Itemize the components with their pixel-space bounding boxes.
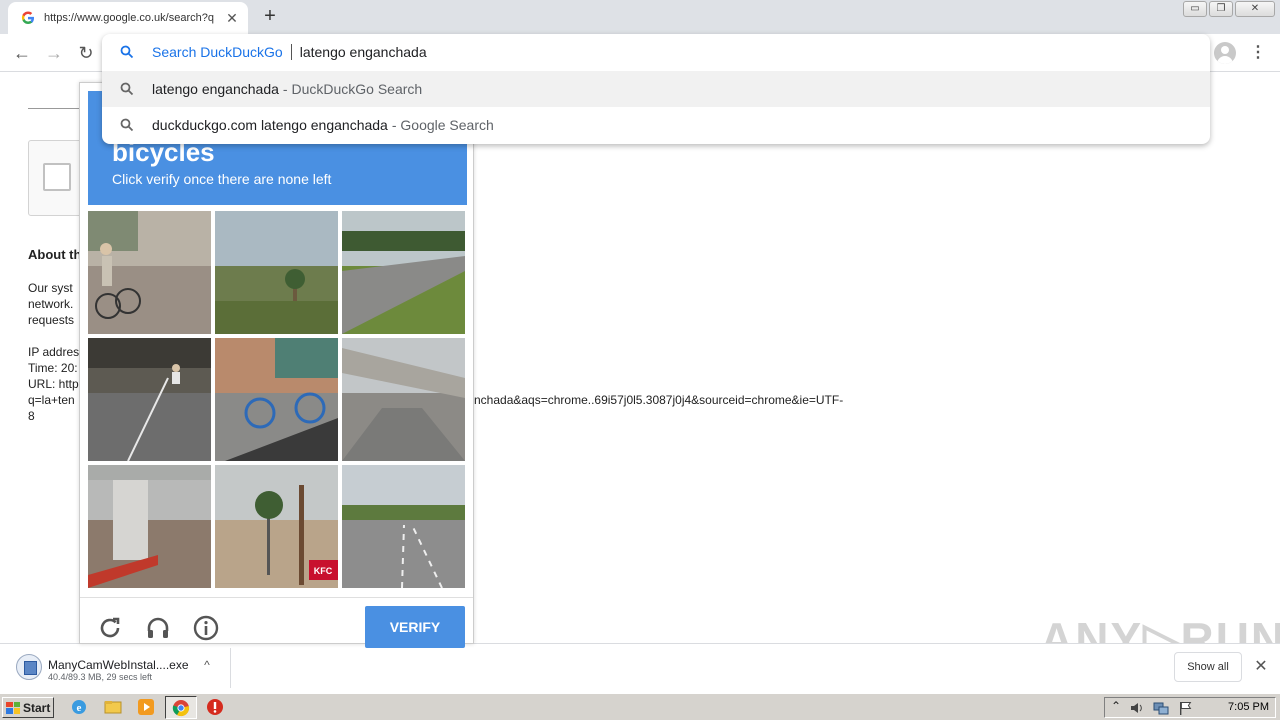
system-tray: ⌃ 7:05 PM	[1104, 697, 1276, 718]
media-player-icon[interactable]	[137, 698, 155, 716]
omnibox-suggestion[interactable]: latengo enganchada - DuckDuckGo Search	[102, 71, 1210, 107]
close-shelf-icon[interactable]: ✕	[1252, 658, 1270, 676]
tile-image	[342, 211, 465, 334]
chrome-menu-button[interactable]: ⋮	[1250, 42, 1266, 64]
info-icon[interactable]	[192, 614, 220, 642]
tile-image	[88, 211, 211, 334]
about-heading: About th	[28, 247, 82, 262]
tile-image	[88, 338, 211, 461]
tab-strip: https://www.google.co.uk/search?q ✕ + ▭ …	[0, 0, 1280, 34]
chrome-taskbar-button[interactable]	[165, 696, 197, 719]
taskbar-clock: 7:05 PM	[1228, 701, 1269, 713]
volume-icon[interactable]	[1129, 700, 1145, 716]
start-button[interactable]: Start	[2, 697, 54, 718]
back-button[interactable]: ←	[10, 41, 34, 65]
tile-image	[88, 465, 211, 588]
captcha-tile[interactable]: KFC	[215, 465, 338, 588]
suggestion-text: duckduckgo.com latengo enganchada	[152, 117, 388, 133]
page-checkbox[interactable]	[43, 163, 71, 191]
suggestion-text: latengo enganchada	[152, 81, 279, 97]
captcha-instruction: Click verify once there are none left	[112, 171, 332, 187]
tile-image	[342, 338, 465, 461]
new-tab-button[interactable]: +	[260, 6, 280, 26]
body-line: network.	[28, 297, 74, 311]
folder-icon[interactable]	[104, 698, 122, 716]
svg-text:e: e	[77, 702, 82, 714]
restore-button[interactable]: ❐	[1209, 1, 1233, 17]
captcha-tile[interactable]	[215, 211, 338, 334]
ip-line: URL: http	[28, 377, 79, 391]
captcha-tile[interactable]	[215, 338, 338, 461]
windows-taskbar: Start e ⌃ 7:05 PM	[0, 693, 1280, 720]
forward-button[interactable]: →	[42, 41, 66, 65]
reload-challenge-icon[interactable]	[96, 614, 124, 642]
captcha-tile[interactable]	[342, 211, 465, 334]
omnibox-dropdown: Search DuckDuckGo latengo enganchada lat…	[102, 34, 1210, 144]
verify-button[interactable]: VERIFY	[365, 606, 465, 648]
download-status: 40.4/89.3 MB, 29 secs left	[48, 672, 153, 682]
ip-line: q=la+ten	[28, 393, 75, 407]
start-label: Start	[23, 700, 51, 715]
tile-image: KFC	[215, 465, 338, 588]
omnibox-suggestion[interactable]: duckduckgo.com latengo enganchada - Goog…	[102, 107, 1210, 143]
shelf-divider	[230, 648, 231, 688]
keyword-search-label: Search DuckDuckGo	[152, 44, 283, 60]
audio-challenge-icon[interactable]	[144, 614, 172, 642]
captcha-footer: VERIFY	[80, 597, 473, 648]
show-all-button[interactable]: Show all	[1174, 652, 1242, 682]
search-icon	[102, 118, 152, 132]
tab-close-icon[interactable]: ✕	[224, 10, 240, 26]
ip-line: IP addres	[28, 345, 80, 359]
network-icon[interactable]	[1153, 700, 1169, 716]
minimize-button[interactable]: ▭	[1183, 1, 1207, 17]
ip-line: 8	[28, 409, 35, 423]
kfc-sign-text: KFC	[314, 566, 333, 576]
close-window-button[interactable]: ✕	[1235, 1, 1275, 17]
browser-tab[interactable]: https://www.google.co.uk/search?q ✕	[8, 2, 248, 34]
search-icon	[102, 45, 152, 59]
body-line: Our syst	[28, 281, 73, 295]
internet-explorer-icon[interactable]: e	[70, 698, 88, 716]
download-shelf: ManyCamWebInstal....exe 40.4/89.3 MB, 29…	[0, 643, 1280, 691]
reload-button[interactable]: ↻	[74, 41, 98, 65]
suggestion-source: - DuckDuckGo Search	[282, 81, 423, 97]
captcha-image-grid: KFC	[88, 211, 467, 590]
search-icon	[102, 82, 152, 96]
omnibox-input[interactable]: latengo enganchada	[300, 44, 427, 60]
tile-image	[342, 465, 465, 588]
tab-title: https://www.google.co.uk/search?q	[44, 12, 214, 24]
profile-avatar-icon[interactable]	[1214, 42, 1236, 64]
tile-image	[215, 211, 338, 334]
installer-file-icon	[16, 654, 42, 680]
body-line: requests	[28, 313, 75, 327]
omnibox-input-row[interactable]: Search DuckDuckGo latengo enganchada	[102, 34, 1210, 70]
captcha-tile[interactable]	[342, 338, 465, 461]
captcha-tile[interactable]	[88, 338, 211, 461]
captcha-tile[interactable]	[342, 465, 465, 588]
windows-logo-icon	[6, 701, 20, 714]
ip-line: Time: 20:	[28, 361, 78, 375]
captcha-tile[interactable]	[88, 465, 211, 588]
chrome-icon	[172, 700, 190, 717]
keyword-separator	[290, 44, 292, 60]
tray-expand-icon[interactable]: ⌃	[1111, 699, 1121, 713]
captcha-tile[interactable]	[88, 211, 211, 334]
suggestion-source: - Google Search	[391, 117, 494, 133]
recaptcha-challenge: bicycles Click verify once there are non…	[79, 82, 474, 648]
action-center-flag-icon[interactable]	[1177, 700, 1193, 716]
download-filename[interactable]: ManyCamWebInstal....exe	[48, 658, 189, 672]
google-favicon-icon	[20, 10, 36, 26]
download-options-chevron-icon[interactable]: ^	[200, 658, 214, 676]
url-tail: nchada&aqs=chrome..69i57j0l5.3087j0j4&so…	[474, 393, 844, 407]
stop-sign-icon[interactable]	[206, 698, 224, 716]
tile-image	[215, 338, 338, 461]
